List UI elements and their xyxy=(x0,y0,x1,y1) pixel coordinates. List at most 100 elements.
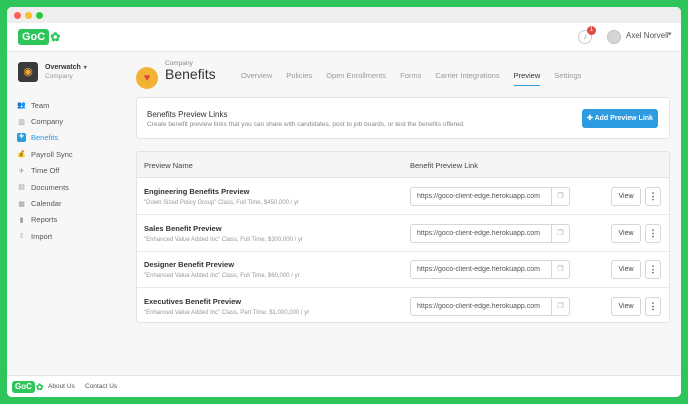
minimize-window-button[interactable] xyxy=(25,11,32,19)
more-options-icon[interactable]: ⋮ xyxy=(645,260,661,279)
add-preview-link-button[interactable]: ✚ Add Preview Link xyxy=(582,109,658,128)
sidebar-item-label: Company xyxy=(31,117,64,127)
preview-links-title: Benefits Preview Links xyxy=(147,110,228,119)
sidebar-item-label: Import xyxy=(31,231,53,241)
sidebar-item-calendar[interactable]: ▦ Calendar xyxy=(17,195,112,211)
view-button[interactable]: View xyxy=(611,296,641,316)
footer-logo-main: GoC xyxy=(12,381,35,393)
payroll-icon: 💰 xyxy=(17,151,26,159)
sidebar-item-label: Benefits xyxy=(31,133,59,143)
plane-icon: ✈ xyxy=(18,167,25,175)
building-icon: ▥ xyxy=(18,118,25,126)
tab-preview[interactable]: Preview xyxy=(513,71,541,86)
org-name: Overwatch xyxy=(45,64,81,71)
chevron-down-icon[interactable]: ▾ xyxy=(668,30,672,38)
footer-logo-tail: ✿ xyxy=(35,381,44,392)
sidebar-item-company[interactable]: ▥ Company xyxy=(17,113,112,129)
sidebar-item-team[interactable]: 👥 Team xyxy=(17,97,112,113)
page-title: Benefits xyxy=(165,66,216,82)
team-icon: 👥 xyxy=(17,102,26,110)
preview-name: Engineering Benefits Preview xyxy=(144,187,250,196)
preview-name: Sales Benefit Preview xyxy=(144,223,222,233)
copy-icon[interactable]: ❐ xyxy=(551,261,569,278)
sidebar-item-label: Time Off xyxy=(31,166,60,176)
sidebar-nav: 👥 Team ▥ Company ✚ Benefits 💰 Payroll Sync ✈ Time… xyxy=(17,97,112,245)
sidebar-item-reports[interactable]: ▮ Reports xyxy=(17,212,112,228)
preview-name: Executives Benefit Preview xyxy=(144,296,242,306)
preview-name: Designer Benefit Preview xyxy=(144,260,235,269)
avatar[interactable] xyxy=(607,30,621,44)
top-bar: GoC ✿ ♪ 1 Axel Norvell ▾ xyxy=(7,23,681,52)
copy-icon[interactable]: ❐ xyxy=(551,224,569,242)
benefit-tabs: Overview Policies Open Enrollments Forms Car… xyxy=(241,71,595,86)
plus-icon: ✚ xyxy=(587,115,595,122)
column-preview-link: Benefit Preview Link xyxy=(410,161,478,170)
sidebar-item-label: Team xyxy=(31,100,50,110)
preview-link-text: https://goco-client-edge.herokuapp.com xyxy=(417,302,540,310)
goco-logo[interactable]: GoC ✿ xyxy=(18,29,60,45)
view-button[interactable]: View xyxy=(611,187,641,206)
heart-icon: ♥ xyxy=(136,67,158,89)
preview-link-text: https://goco-client-edge.herokuapp.com xyxy=(417,229,540,237)
table-row: Designer Benefit Preview "Enhanced Value … xyxy=(137,252,669,288)
view-button[interactable]: View xyxy=(611,223,641,243)
maximize-window-button[interactable] xyxy=(36,11,43,19)
footer: GoC ✿ About Us Contact Us xyxy=(7,375,681,397)
upload-icon: ⇧ xyxy=(18,233,25,241)
preview-link-field[interactable]: https://goco-client-edge.herokuapp.com ❐ xyxy=(410,260,570,279)
app-window: GoC ✿ ♪ 1 Axel Norvell ▾ ◉ Overwatch ▾ Co… xyxy=(7,7,681,397)
sidebar-item-payroll-sync[interactable]: 💰 Payroll Sync xyxy=(17,146,112,162)
copy-icon[interactable]: ❐ xyxy=(551,297,569,315)
sidebar-item-label: Calendar xyxy=(31,199,62,209)
preview-link-text: https://goco-client-edge.herokuapp.com xyxy=(417,193,540,200)
notification-badge: 1 xyxy=(587,26,596,35)
preview-table: Preview Name Benefit Preview Link Engine… xyxy=(136,151,670,323)
view-button[interactable]: View xyxy=(611,260,641,279)
sidebar-item-time-off[interactable]: ✈ Time Off xyxy=(17,163,112,179)
tab-policies[interactable]: Policies xyxy=(286,71,312,86)
sidebar-item-documents[interactable]: ▤ Documents xyxy=(17,179,112,195)
preview-description: "Down Sized Policy Group" Class, Full Ti… xyxy=(144,200,299,206)
sidebar-item-label: Documents xyxy=(31,182,69,192)
more-options-icon[interactable]: ⋮ xyxy=(645,187,661,206)
copy-icon[interactable]: ❐ xyxy=(551,188,569,205)
preview-description: "Enhanced Value Added Inc" Class, Full T… xyxy=(144,273,300,279)
tab-open-enrollments[interactable]: Open Enrollments xyxy=(326,71,386,86)
benefits-icon: ✚ xyxy=(17,133,26,143)
sidebar-item-label: Payroll Sync xyxy=(31,149,73,159)
about-us-link[interactable]: About Us xyxy=(48,383,75,390)
org-switcher[interactable]: ◉ Overwatch ▾ Company xyxy=(18,62,87,82)
tab-settings[interactable]: Settings xyxy=(554,71,581,86)
tab-overview[interactable]: Overview xyxy=(241,71,272,86)
preview-link-field[interactable]: https://goco-client-edge.herokuapp.com ❐ xyxy=(410,296,570,316)
org-subtitle: Company xyxy=(45,73,73,80)
document-icon: ▤ xyxy=(18,184,25,192)
overwatch-logo-icon: ◉ xyxy=(18,62,38,82)
preview-link-field[interactable]: https://goco-client-edge.herokuapp.com ❐ xyxy=(410,187,570,206)
sidebar-item-import[interactable]: ⇧ Import xyxy=(17,228,112,244)
table-row: Sales Benefit Preview "Enhanced Value Add… xyxy=(137,216,669,252)
close-window-button[interactable] xyxy=(14,11,21,19)
preview-links-card: Benefits Preview Links Create benefit pr… xyxy=(136,97,670,139)
sidebar: ◉ Overwatch ▾ Company 👥 Team ▥ Company ✚ Benef… xyxy=(7,52,122,375)
window-titlebar xyxy=(7,7,681,23)
calendar-icon: ▦ xyxy=(18,200,25,208)
more-options-icon[interactable]: ⋮ xyxy=(645,223,661,243)
sidebar-item-label: Reports xyxy=(31,215,58,225)
table-header: Preview Name Benefit Preview Link xyxy=(137,152,669,178)
more-options-icon[interactable]: ⋮ xyxy=(645,296,661,316)
footer-logo[interactable]: GoC ✿ xyxy=(12,381,43,393)
column-preview-name: Preview Name xyxy=(144,161,193,170)
preview-description: "Enhanced Value Added Inc" Class, Part T… xyxy=(144,309,310,316)
preview-link-field[interactable]: https://goco-client-edge.herokuapp.com ❐ xyxy=(410,223,570,243)
contact-us-link[interactable]: Contact Us xyxy=(85,383,117,390)
tab-forms[interactable]: Forms xyxy=(400,71,421,86)
user-name[interactable]: Axel Norvell xyxy=(626,31,669,40)
preview-description: "Enhanced Value Added Inc" Class, Full T… xyxy=(144,236,303,243)
preview-link-text: https://goco-client-edge.herokuapp.com xyxy=(417,266,540,273)
table-row: Engineering Benefits Preview "Down Sized … xyxy=(137,179,669,215)
preview-links-description: Create benefit preview links that you ca… xyxy=(147,121,465,128)
chevron-down-icon: ▾ xyxy=(83,65,87,71)
sidebar-item-benefits[interactable]: ✚ Benefits xyxy=(17,130,112,146)
tab-carrier-integrations[interactable]: Carrier Integrations xyxy=(435,71,499,86)
